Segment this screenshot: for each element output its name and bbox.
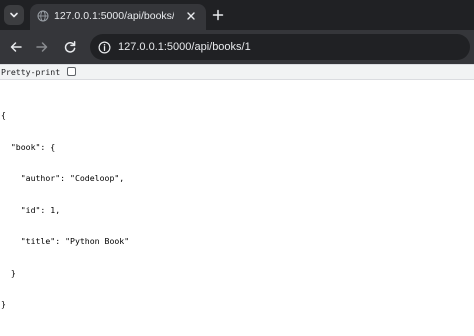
reload-button[interactable] <box>61 38 79 56</box>
arrow-right-icon <box>36 42 48 52</box>
json-line: { <box>1 110 6 120</box>
tab-strip: 127.0.0.1:5000/api/books/1 <box>0 0 474 30</box>
pretty-print-label: Pretty-print <box>1 67 61 77</box>
url-text[interactable]: 127.0.0.1:5000/api/books/1 <box>118 39 251 55</box>
json-line: "title": "Python Book" <box>1 236 130 246</box>
tab-search-button[interactable] <box>4 5 24 25</box>
json-line: "book": { <box>1 141 56 152</box>
json-line: "id": 1, <box>1 204 61 215</box>
active-tab[interactable]: 127.0.0.1:5000/api/books/1 <box>30 4 206 30</box>
json-line: "author": "Codeloop", <box>1 173 125 183</box>
arrow-left-icon <box>10 42 22 52</box>
address-bar[interactable]: 127.0.0.1:5000/api/books/1 <box>90 34 470 60</box>
globe-icon <box>37 10 49 22</box>
new-tab-button[interactable] <box>211 8 225 22</box>
pretty-print-bar: Pretty-print <box>0 65 474 80</box>
chevron-down-icon <box>10 12 18 18</box>
back-button[interactable] <box>7 38 25 56</box>
reload-icon <box>64 41 76 53</box>
browser-toolbar: 127.0.0.1:5000/api/books/1 <box>0 30 474 64</box>
info-icon[interactable] <box>96 39 112 55</box>
json-line: } <box>1 267 16 278</box>
close-icon[interactable] <box>184 9 198 23</box>
tab-title: 127.0.0.1:5000/api/books/1 <box>54 10 174 22</box>
plus-icon <box>212 9 224 21</box>
json-response: { "book": { "author": "Codeloop", "id": … <box>1 89 471 320</box>
forward-button[interactable] <box>33 38 51 56</box>
json-line: } <box>1 299 6 309</box>
pretty-print-checkbox[interactable] <box>67 67 76 76</box>
